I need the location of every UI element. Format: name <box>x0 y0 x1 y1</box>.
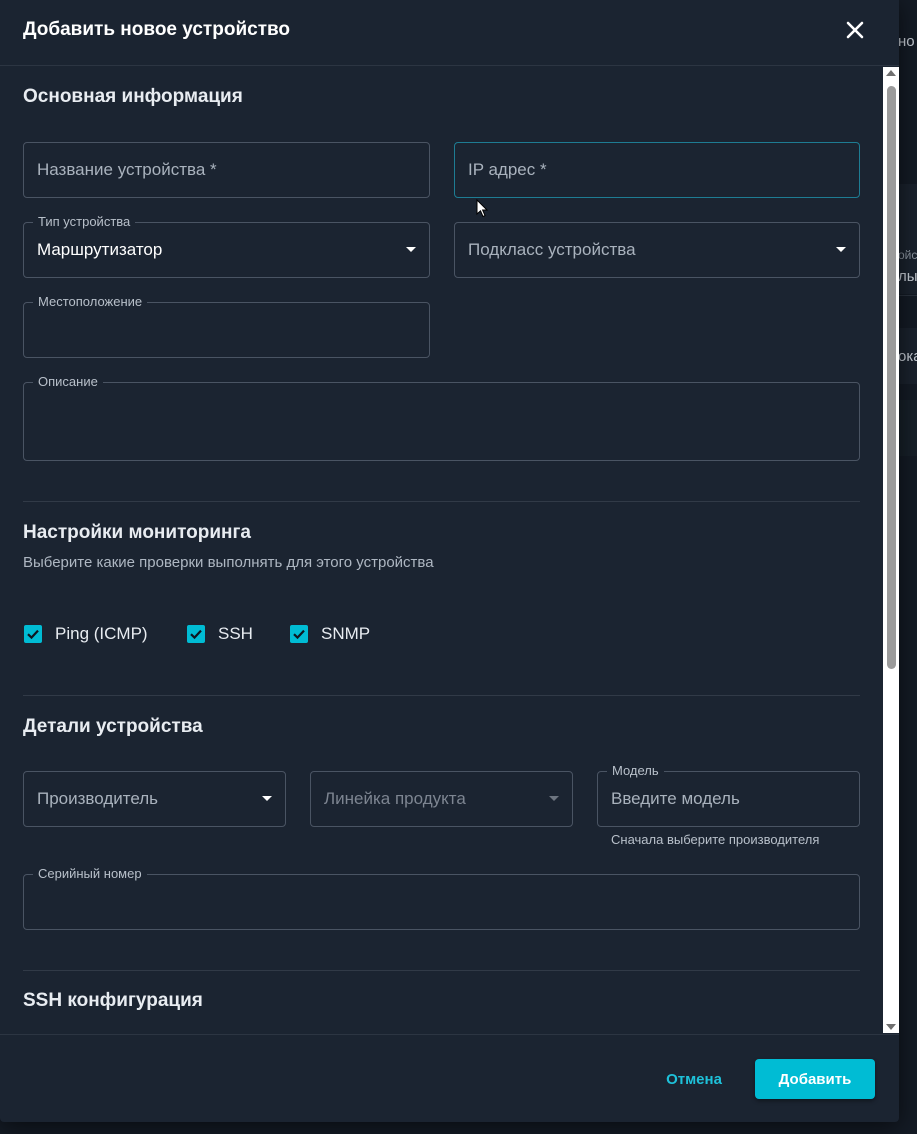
close-button[interactable] <box>842 17 868 43</box>
snmp-checkbox-label: SNMP <box>321 624 371 643</box>
serial-number-input[interactable]: Серийный номер <box>23 866 860 930</box>
content-scrollbar[interactable] <box>883 67 899 1033</box>
dialog-content: Основная информация Название устройства … <box>0 67 883 1033</box>
ip-address-input[interactable]: IP адрес * <box>454 142 860 198</box>
section-title-basic-info: Основная информация <box>23 86 243 107</box>
dropdown-arrow-icon <box>836 247 846 252</box>
cancel-button[interactable]: Отмена <box>652 1059 736 1099</box>
close-icon <box>846 21 864 39</box>
model-helper-text: Сначала выберите производителя <box>611 832 820 847</box>
product-line-select[interactable]: Линейка продукта <box>310 771 573 827</box>
scrollbar-thumb[interactable] <box>887 86 896 669</box>
checkbox-checked-icon <box>290 625 308 643</box>
device-subclass-select[interactable]: Подкласс устройства <box>454 222 860 278</box>
add-button[interactable]: Добавить <box>755 1059 875 1099</box>
section-divider <box>23 695 860 696</box>
model-label: Модель <box>607 763 664 779</box>
dropdown-arrow-icon <box>262 796 272 801</box>
device-type-label: Тип устройства <box>33 214 136 230</box>
scroll-up-arrow-icon[interactable] <box>886 70 896 76</box>
location-input[interactable]: Местоположение <box>23 294 430 358</box>
ping-checkbox[interactable]: Ping (ICMP) <box>24 624 148 644</box>
background-divider <box>898 295 917 296</box>
dialog-title: Добавить новое устройство <box>23 19 291 40</box>
serial-number-label: Серийный номер <box>33 866 147 882</box>
description-textarea[interactable]: Описание <box>23 374 860 461</box>
manufacturer-placeholder: Производитель <box>37 789 159 808</box>
background-text-fragment: но <box>898 33 915 50</box>
checkbox-checked-icon <box>187 625 205 643</box>
dropdown-arrow-icon <box>549 796 559 801</box>
device-type-value: Маршрутизатор <box>37 240 163 259</box>
device-name-placeholder: Название устройства * <box>37 160 217 179</box>
section-divider <box>23 970 860 971</box>
add-device-dialog: Добавить новое устройство Основная инфор… <box>0 0 899 1122</box>
location-label: Местоположение <box>33 294 148 310</box>
manufacturer-select[interactable]: Производитель <box>23 771 286 827</box>
dialog-footer: Отмена Добавить <box>0 1034 899 1122</box>
model-placeholder: Введите модель <box>611 789 740 808</box>
ssh-checkbox[interactable]: SSH <box>187 624 253 644</box>
ssh-checkbox-label: SSH <box>218 624 253 643</box>
device-name-input[interactable]: Название устройства * <box>23 142 430 198</box>
section-title-ssh: SSH конфигурация <box>23 990 203 1011</box>
background-panel <box>898 400 917 456</box>
snmp-checkbox[interactable]: SNMP <box>290 624 370 644</box>
dialog-header: Добавить новое устройство <box>0 0 899 66</box>
description-label: Описание <box>33 374 103 390</box>
checkbox-checked-icon <box>24 625 42 643</box>
dropdown-arrow-icon <box>406 247 416 252</box>
background-text-fragment: ойс <box>898 248 917 262</box>
section-title-details: Детали устройства <box>23 716 203 737</box>
device-subclass-placeholder: Подкласс устройства <box>468 240 636 259</box>
background-text-fragment: ока <box>898 348 917 365</box>
ping-checkbox-label: Ping (ICMP) <box>55 624 148 643</box>
ip-address-placeholder: IP адрес * <box>468 160 547 179</box>
model-input[interactable]: Модель Введите модель <box>597 763 860 827</box>
background-text-fragment: лы <box>898 268 917 285</box>
device-type-select[interactable]: Тип устройства Маршрутизатор <box>23 214 430 278</box>
product-line-placeholder: Линейка продукта <box>324 789 466 808</box>
section-title-monitoring: Настройки мониторинга <box>23 522 251 543</box>
mouse-pointer-icon <box>476 199 489 218</box>
section-divider <box>23 501 860 502</box>
monitoring-subtitle: Выберите какие проверки выполнять для эт… <box>23 554 434 571</box>
scroll-down-arrow-icon[interactable] <box>886 1024 896 1030</box>
